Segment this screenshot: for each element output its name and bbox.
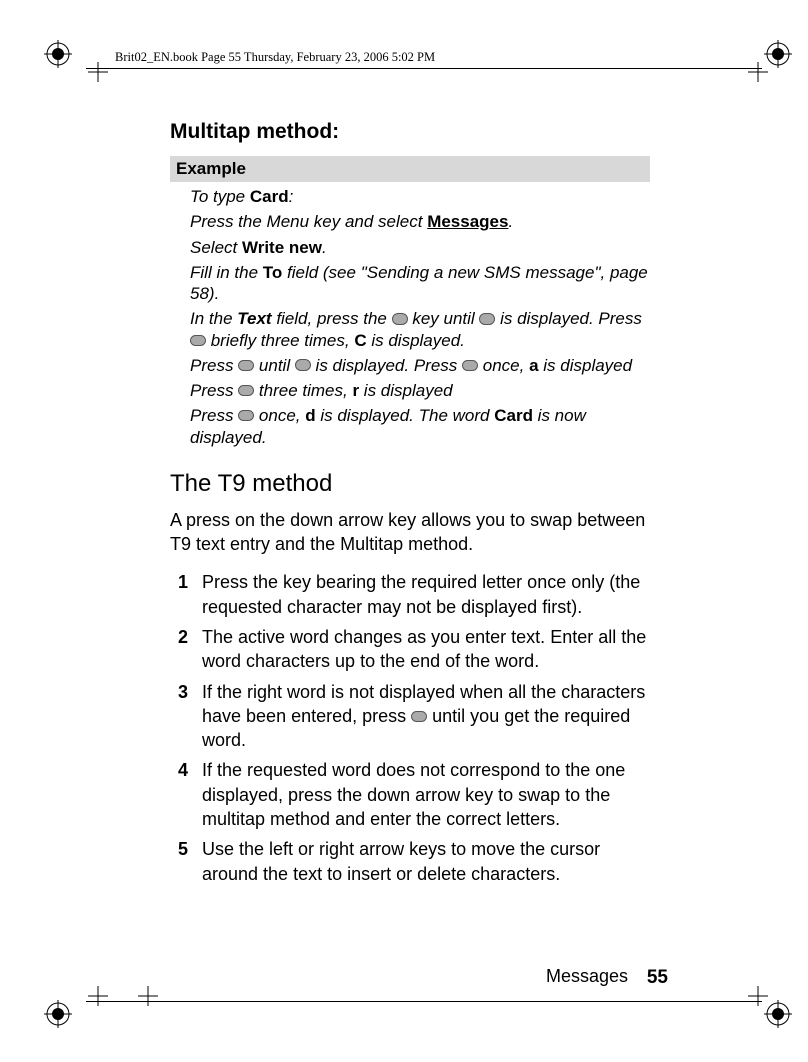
list-item: 1Press the key bearing the required lett… bbox=[170, 570, 650, 619]
t9-heading: The T9 method bbox=[170, 470, 650, 498]
example-line: Select Write new. bbox=[190, 237, 650, 258]
t9-steps: 1Press the key bearing the required lett… bbox=[170, 570, 650, 886]
method-heading: Multitap method: bbox=[170, 120, 650, 144]
key-icon bbox=[238, 385, 254, 396]
key-icon bbox=[238, 410, 254, 421]
crop-mark-icon bbox=[138, 986, 158, 1006]
example-line: Press until is displayed. Press once, a … bbox=[190, 355, 650, 376]
key-icon bbox=[411, 711, 427, 722]
t9-lead: A press on the down arrow key allows you… bbox=[170, 508, 650, 557]
registration-mark-icon bbox=[44, 40, 72, 68]
example-line: In the Text field, press the key until i… bbox=[190, 308, 650, 351]
crop-mark-icon bbox=[748, 62, 768, 82]
list-item: 5Use the left or right arrow keys to mov… bbox=[170, 837, 650, 886]
example-line: Press the Menu key and select Messages. bbox=[190, 211, 650, 232]
registration-mark-icon bbox=[44, 1000, 72, 1028]
example-line: Press three times, r is displayed bbox=[190, 380, 650, 401]
page-number: 55 bbox=[647, 967, 668, 989]
example-line: Press once, d is displayed. The word Car… bbox=[190, 405, 650, 448]
example-line: Fill in the To field (see "Sending a new… bbox=[190, 262, 650, 305]
footer-rule bbox=[86, 1001, 762, 1002]
example-line: To type Card: bbox=[190, 186, 650, 207]
crop-mark-icon bbox=[748, 986, 768, 1006]
key-icon bbox=[190, 335, 206, 346]
page-body: Multitap method: Example To type Card: P… bbox=[170, 120, 650, 892]
key-icon bbox=[295, 359, 311, 371]
key-icon bbox=[462, 360, 478, 371]
crop-mark-icon bbox=[88, 62, 108, 82]
list-item: 2The active word changes as you enter te… bbox=[170, 625, 650, 674]
footer-section-label: Messages bbox=[546, 966, 628, 987]
registration-mark-icon bbox=[764, 1000, 792, 1028]
header-rule bbox=[86, 68, 762, 69]
running-header: Brit02_EN.book Page 55 Thursday, Februar… bbox=[115, 50, 435, 65]
list-item: 3If the right word is not displayed when… bbox=[170, 680, 650, 753]
key-icon bbox=[392, 313, 408, 325]
key-icon bbox=[238, 360, 254, 371]
example-block: To type Card: Press the Menu key and sel… bbox=[170, 186, 650, 448]
key-icon bbox=[479, 313, 495, 325]
registration-mark-icon bbox=[764, 40, 792, 68]
example-heading: Example bbox=[170, 156, 650, 182]
crop-mark-icon bbox=[88, 986, 108, 1006]
list-item: 4If the requested word does not correspo… bbox=[170, 758, 650, 831]
